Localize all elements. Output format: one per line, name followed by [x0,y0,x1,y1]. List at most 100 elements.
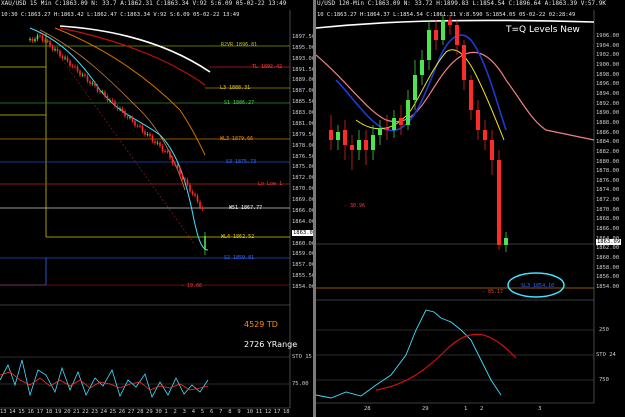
right-price-tick: 1888.00 [596,119,620,126]
right-price-tick: 1856.00 [596,274,620,281]
candle [66,57,69,61]
right-price-tick: 1894.00 [596,90,620,97]
candle [191,191,194,194]
left-time-tick: 24 [100,409,108,415]
left-price-tick: 1883.00 [292,110,316,117]
right-chart-pane[interactable]: U/USD 120-Min C:1863.09 N: 33.72 H:1899.… [316,0,625,417]
left-time-tick: 19 [54,409,62,415]
candle [171,158,174,164]
candle [111,100,114,102]
left-level-label: WL4 1862.52 [221,234,255,240]
left-candles [29,33,206,255]
right-price-tick: 1876.00 [596,177,620,184]
candle [49,41,51,47]
candle [455,25,459,45]
left-time-tick: 20 [63,409,71,415]
right-price-tick: 1868.00 [596,216,620,223]
candle [129,117,131,119]
right-price-tick: 1900.00 [596,61,620,68]
candle [99,91,101,93]
right-price-tick: 1872.00 [596,197,620,204]
candle [44,40,46,42]
candle [199,201,201,208]
candle [434,30,438,40]
candle [399,118,403,125]
left-price-tick: 1889.00 [292,77,316,84]
candle [378,128,382,135]
right-price-tick: 1906.00 [596,33,620,39]
left-price-tick: 1857.00 [292,262,316,269]
candle [371,135,375,150]
left-time-tick: 10 [246,409,254,415]
left-time-tick: 13 [0,409,7,415]
candle [196,195,199,202]
left-time-tick: 8 [228,409,232,415]
candle [174,163,176,165]
left-price-tick: 1866.00 [292,207,316,214]
right-price-tick: 1858.00 [596,264,620,271]
candle [201,207,204,209]
candle [146,134,149,136]
candle [181,174,184,179]
candle [483,130,487,140]
left-time-tick: 4 [191,409,196,415]
candle [159,142,161,147]
right-price-tick: 1882.00 [596,148,620,155]
right-price-tick: 1884.00 [596,139,620,146]
left-level-label: S2 1859.81 [224,255,255,261]
right-price-tick: 1886.00 [596,129,620,136]
left-time-tick: 1 [164,409,168,415]
candle [385,128,389,130]
right-level-label-3: SL3 1854.10 [521,283,555,289]
candle [71,65,74,67]
candle [124,111,126,117]
indicator-title: T=Q Levels New [506,25,580,35]
right-time-tick: 1 [464,406,468,412]
candle [96,85,99,92]
right-time-tick: 3 [538,406,542,412]
candle [392,118,396,130]
left-price-tick: 1870.00 [292,186,316,193]
right-level-label-1: - 30.96 [344,203,366,209]
candle [94,83,96,86]
candle [413,75,417,100]
left-time-tick: 16 [27,409,34,415]
right-price-tick: 1874.00 [596,187,620,194]
left-chart-pane[interactable]: XAU/USD 15 Min C:1863.09 N: 33.7 A:1862.… [0,0,318,417]
candle [149,134,151,137]
candle [343,130,347,145]
candle [357,140,361,150]
candle [169,151,171,159]
candle [476,110,480,130]
candle [109,100,111,102]
candle [156,142,159,144]
candle [84,74,86,77]
candle [114,101,116,107]
right-ind-tick-3: 750 [599,377,609,383]
left-price-tick: 1887.00 [292,88,316,95]
right-header: U/USD 120-Min C:1863.09 N: 33.72 H:1899.… [317,0,606,7]
right-price-tick: 1878.00 [596,168,620,175]
left-rsi-tick-1: STO 15 [292,354,312,360]
left-level-label: Lo Low 1 [258,181,283,187]
candle [427,30,431,60]
candle [59,50,61,57]
right-price-tick: 1898.00 [596,71,620,78]
left-header-2: 10:30 C:1863.27 H:1863.42 L:1862.47 C:18… [1,12,240,18]
right-price-tick: 1896.00 [596,81,620,88]
right-time-tick: 29 [422,406,429,412]
candle [34,39,36,41]
left-price-tick: 1878.00 [292,142,316,149]
candle [141,126,144,132]
candle [36,35,39,40]
left-time-tick: 21 [73,409,80,415]
candle [194,193,196,196]
left-level-label: W51 1867.77 [229,205,263,211]
left-price-tick: 1864.00 [292,218,316,225]
candle [46,40,49,42]
left-time-tick: 12 [264,409,272,415]
left-level-label: S1 1886.27 [224,100,255,106]
right-price-tick: 1880.00 [596,158,620,165]
candle [104,91,106,97]
candle [462,45,466,80]
